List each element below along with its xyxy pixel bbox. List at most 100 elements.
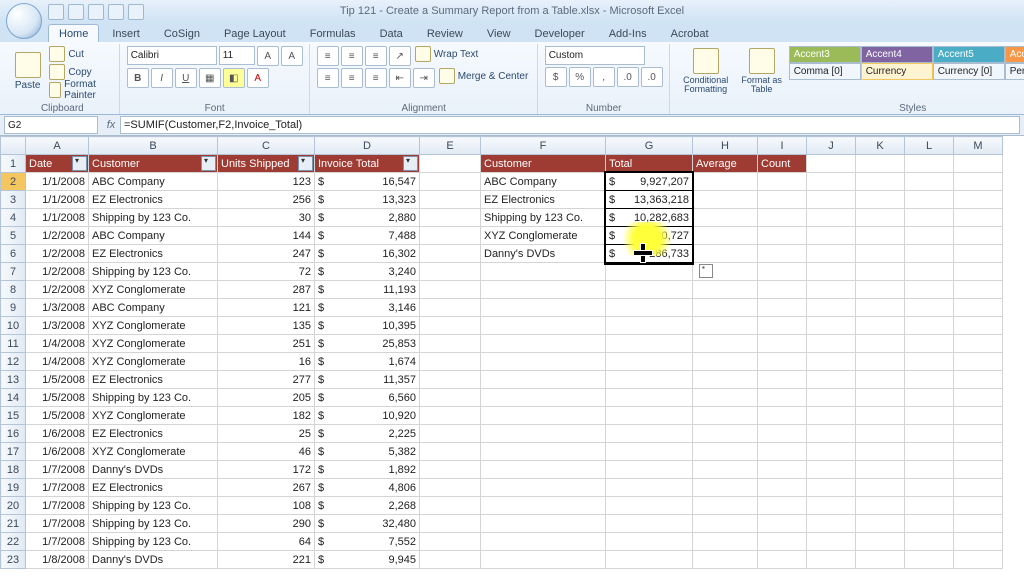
cell-H18[interactable] bbox=[693, 461, 758, 479]
cell-L17[interactable] bbox=[905, 443, 954, 461]
cell-B1[interactable]: Customer bbox=[89, 155, 218, 173]
cell-L21[interactable] bbox=[905, 515, 954, 533]
cell-C4[interactable]: 30 bbox=[218, 209, 315, 227]
row-header-15[interactable]: 15 bbox=[1, 407, 26, 425]
cell-L12[interactable] bbox=[905, 353, 954, 371]
cell-L23[interactable] bbox=[905, 551, 954, 569]
cell-K20[interactable] bbox=[856, 497, 905, 515]
cell-M11[interactable] bbox=[954, 335, 1003, 353]
cell-I12[interactable] bbox=[758, 353, 807, 371]
tab-developer[interactable]: Developer bbox=[524, 24, 596, 42]
cell-F10[interactable] bbox=[481, 317, 606, 335]
cell-F21[interactable] bbox=[481, 515, 606, 533]
cell-F18[interactable] bbox=[481, 461, 606, 479]
fx-icon[interactable]: fx bbox=[102, 119, 120, 131]
cell-E9[interactable] bbox=[420, 299, 481, 317]
cell-A16[interactable]: 1/6/2008 bbox=[26, 425, 89, 443]
cell-H6[interactable] bbox=[693, 245, 758, 263]
tab-page-layout[interactable]: Page Layout bbox=[213, 24, 297, 42]
filter-button[interactable] bbox=[403, 156, 418, 171]
cell-E8[interactable] bbox=[420, 281, 481, 299]
cell-D5[interactable]: $7,488 bbox=[315, 227, 420, 245]
style-accent6[interactable]: Accent6 bbox=[1005, 46, 1024, 63]
cell-B6[interactable]: EZ Electronics bbox=[89, 245, 218, 263]
cell-A19[interactable]: 1/7/2008 bbox=[26, 479, 89, 497]
cell-K14[interactable] bbox=[856, 389, 905, 407]
cell-C21[interactable]: 290 bbox=[218, 515, 315, 533]
cell-C7[interactable]: 72 bbox=[218, 263, 315, 281]
office-button[interactable] bbox=[6, 3, 42, 39]
cell-E10[interactable] bbox=[420, 317, 481, 335]
cell-H3[interactable] bbox=[693, 191, 758, 209]
cell-M22[interactable] bbox=[954, 533, 1003, 551]
cell-M8[interactable] bbox=[954, 281, 1003, 299]
row-header-2[interactable]: 2 bbox=[1, 173, 26, 191]
cell-L4[interactable] bbox=[905, 209, 954, 227]
col-header-G[interactable]: G bbox=[606, 137, 693, 155]
cell-B14[interactable]: Shipping by 123 Co. bbox=[89, 389, 218, 407]
cell-J13[interactable] bbox=[807, 371, 856, 389]
cell-D12[interactable]: $1,674 bbox=[315, 353, 420, 371]
row-header-11[interactable]: 11 bbox=[1, 335, 26, 353]
tab-review[interactable]: Review bbox=[416, 24, 474, 42]
cell-L15[interactable] bbox=[905, 407, 954, 425]
inc-decimal[interactable]: .0 bbox=[617, 67, 639, 87]
tab-cosign[interactable]: CoSign bbox=[153, 24, 211, 42]
cell-H19[interactable] bbox=[693, 479, 758, 497]
cell-C12[interactable]: 16 bbox=[218, 353, 315, 371]
cell-L11[interactable] bbox=[905, 335, 954, 353]
cell-L10[interactable] bbox=[905, 317, 954, 335]
cell-F6[interactable]: Danny's DVDs bbox=[481, 245, 606, 263]
cell-M13[interactable] bbox=[954, 371, 1003, 389]
cell-J9[interactable] bbox=[807, 299, 856, 317]
style-accent3[interactable]: Accent3 bbox=[789, 46, 861, 63]
row-header-12[interactable]: 12 bbox=[1, 353, 26, 371]
cell-A5[interactable]: 1/2/2008 bbox=[26, 227, 89, 245]
cell-K5[interactable] bbox=[856, 227, 905, 245]
cell-C11[interactable]: 251 bbox=[218, 335, 315, 353]
row-header-6[interactable]: 6 bbox=[1, 245, 26, 263]
cell-K7[interactable] bbox=[856, 263, 905, 281]
cell-K17[interactable] bbox=[856, 443, 905, 461]
cell-G2[interactable]: $9,927,207 bbox=[606, 173, 693, 191]
cell-F4[interactable]: Shipping by 123 Co. bbox=[481, 209, 606, 227]
cell-B11[interactable]: XYZ Conglomerate bbox=[89, 335, 218, 353]
cell-D14[interactable]: $6,560 bbox=[315, 389, 420, 407]
cell-E4[interactable] bbox=[420, 209, 481, 227]
cell-E20[interactable] bbox=[420, 497, 481, 515]
cell-A15[interactable]: 1/5/2008 bbox=[26, 407, 89, 425]
cell-M12[interactable] bbox=[954, 353, 1003, 371]
cell-M19[interactable] bbox=[954, 479, 1003, 497]
cell-G13[interactable] bbox=[606, 371, 693, 389]
cell-H16[interactable] bbox=[693, 425, 758, 443]
cell-A14[interactable]: 1/5/2008 bbox=[26, 389, 89, 407]
format-as-table-button[interactable]: Format as Table bbox=[739, 46, 785, 96]
cell-F23[interactable] bbox=[481, 551, 606, 569]
cell-I1[interactable]: Count bbox=[758, 155, 807, 173]
cell-K12[interactable] bbox=[856, 353, 905, 371]
cell-D9[interactable]: $3,146 bbox=[315, 299, 420, 317]
cell-L19[interactable] bbox=[905, 479, 954, 497]
cell-C15[interactable]: 182 bbox=[218, 407, 315, 425]
name-box[interactable]: G2 bbox=[4, 116, 98, 134]
cell-M1[interactable] bbox=[954, 155, 1003, 173]
cell-A13[interactable]: 1/5/2008 bbox=[26, 371, 89, 389]
cell-D23[interactable]: $9,945 bbox=[315, 551, 420, 569]
tab-data[interactable]: Data bbox=[369, 24, 414, 42]
cell-K18[interactable] bbox=[856, 461, 905, 479]
cell-G21[interactable] bbox=[606, 515, 693, 533]
cell-K2[interactable] bbox=[856, 173, 905, 191]
cell-M20[interactable] bbox=[954, 497, 1003, 515]
row-header-9[interactable]: 9 bbox=[1, 299, 26, 317]
filter-button[interactable] bbox=[201, 156, 216, 171]
cell-E12[interactable] bbox=[420, 353, 481, 371]
cell-D8[interactable]: $11,193 bbox=[315, 281, 420, 299]
cell-F11[interactable] bbox=[481, 335, 606, 353]
cell-J1[interactable] bbox=[807, 155, 856, 173]
cell-A6[interactable]: 1/2/2008 bbox=[26, 245, 89, 263]
row-header-8[interactable]: 8 bbox=[1, 281, 26, 299]
align-mid[interactable]: ≡ bbox=[341, 46, 363, 66]
cell-D22[interactable]: $7,552 bbox=[315, 533, 420, 551]
cell-A7[interactable]: 1/2/2008 bbox=[26, 263, 89, 281]
row-header-17[interactable]: 17 bbox=[1, 443, 26, 461]
